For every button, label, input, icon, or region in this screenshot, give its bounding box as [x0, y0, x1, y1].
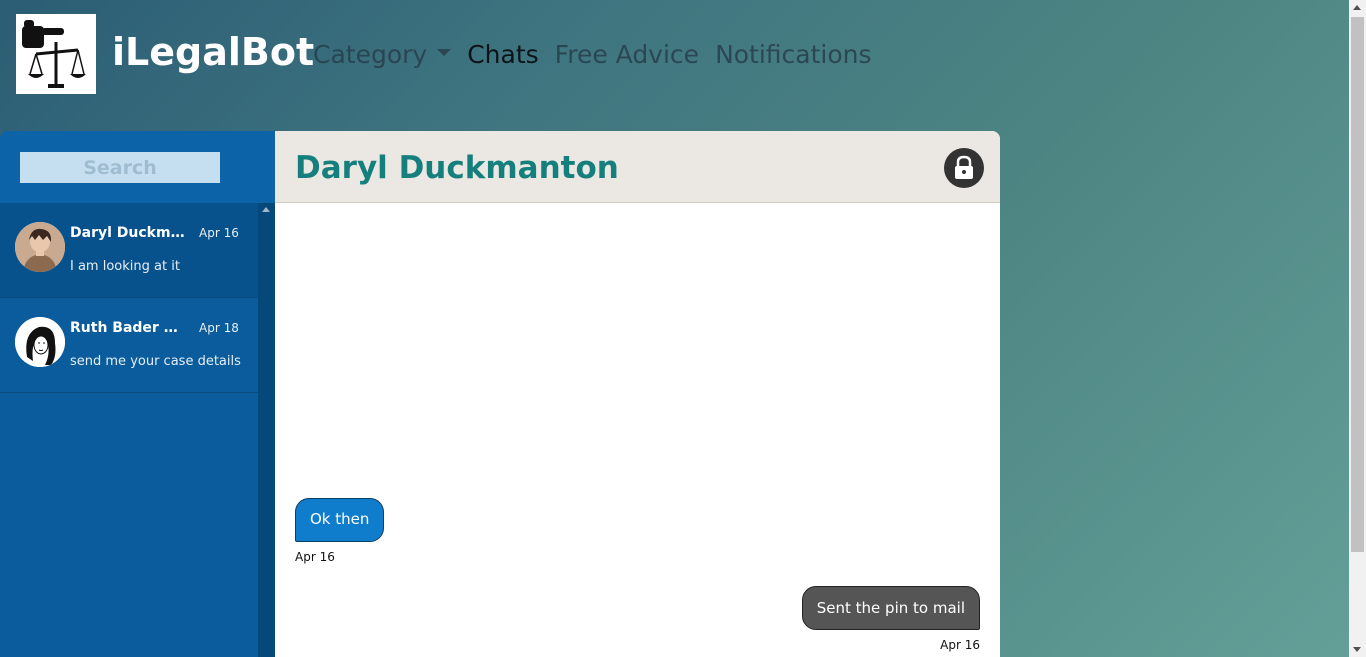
chat-sidebar: Daryl Duckma... Apr 16 I am looking at i…	[0, 131, 275, 657]
conversation-header: Daryl Duckmanton	[275, 131, 1000, 203]
lock-icon	[955, 155, 973, 179]
nav-category[interactable]: Category	[313, 40, 452, 69]
message-date: Apr 16	[940, 638, 980, 652]
message-outgoing: Sent the pin to mail	[801, 586, 980, 630]
search-input[interactable]	[20, 152, 220, 183]
conversation-panel: Daryl Duckmanton Ok then Apr 16 Sent the…	[275, 131, 1000, 657]
logo[interactable]	[16, 14, 96, 94]
sidebar-scrollbar[interactable]	[258, 203, 275, 657]
search-area	[0, 131, 275, 203]
brand-name[interactable]: iLegalBot	[112, 30, 314, 74]
lock-button[interactable]	[944, 148, 984, 188]
avatar-woman-icon	[15, 317, 65, 367]
scrollbar-thumb[interactable]	[1351, 17, 1364, 552]
scroll-down-icon[interactable]	[1353, 647, 1361, 652]
chat-item-preview: send me your case details	[70, 354, 241, 369]
nav-notifications[interactable]: Notifications	[715, 40, 871, 69]
main-nav: Category Chats Free Advice Notifications	[313, 40, 872, 69]
pointing-hand-scales-icon	[22, 20, 86, 88]
avatar	[15, 317, 65, 367]
scroll-up-icon[interactable]	[1353, 5, 1361, 10]
avatar-man-icon	[15, 222, 65, 272]
chat-item-date: Apr 16	[199, 226, 239, 240]
chat-item-name: Ruth Bader Gi...	[70, 320, 188, 336]
message-date: Apr 16	[295, 550, 335, 564]
chat-item-date: Apr 18	[199, 321, 239, 335]
chat-list: Daryl Duckma... Apr 16 I am looking at i…	[0, 203, 258, 393]
message-incoming: Ok then	[295, 498, 385, 542]
avatar	[15, 222, 65, 272]
nav-free-advice[interactable]: Free Advice	[555, 40, 699, 69]
contact-name: Daryl Duckmanton	[295, 150, 619, 186]
scroll-up-icon[interactable]	[262, 207, 270, 212]
chat-item-ruth[interactable]: Ruth Bader Gi... Apr 18 send me your cas…	[0, 298, 258, 393]
chat-item-name: Daryl Duckma...	[70, 225, 188, 241]
chat-item-preview: I am looking at it	[70, 259, 180, 274]
nav-category-label: Category	[313, 40, 428, 69]
chat-item-daryl[interactable]: Daryl Duckma... Apr 16 I am looking at i…	[0, 203, 258, 298]
nav-chats[interactable]: Chats	[467, 40, 538, 69]
window-scrollbar[interactable]	[1349, 0, 1366, 657]
caret-down-icon	[437, 48, 452, 56]
